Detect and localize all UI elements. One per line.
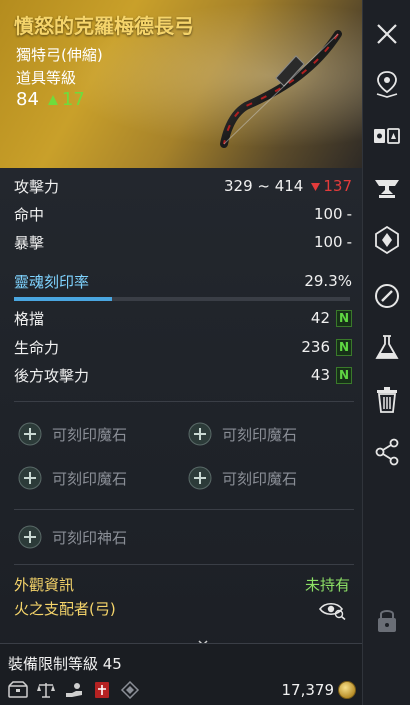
arrow-down-icon	[311, 183, 321, 191]
close-icon	[377, 24, 397, 44]
soul-progress-fill	[14, 297, 113, 301]
compare-icon	[374, 128, 400, 144]
item-header: 憤怒的克羅梅德長弓 獨特弓(伸縮) 道具等級 84 17	[0, 0, 362, 168]
link-icon	[375, 284, 399, 308]
lock-icon	[378, 610, 396, 632]
manastone-slot-4[interactable]: 可刻印魔石	[188, 466, 297, 490]
stat-block: 格擋 42 N	[14, 307, 352, 329]
link-button[interactable]	[373, 282, 401, 310]
manastone-slot-2[interactable]: 可刻印魔石	[188, 422, 297, 446]
empty-socket-icon	[18, 466, 42, 490]
manastone-slot-label: 可刻印魔石	[222, 469, 298, 488]
item-level-bonus: 17	[47, 89, 85, 110]
sell-price-value: 17,379	[281, 681, 335, 699]
stat-attack-change-value: 137	[323, 177, 352, 195]
stat-back-attack-label: 後方攻擊力	[14, 366, 90, 385]
empty-socket-icon	[188, 466, 212, 490]
item-name: 憤怒的克羅梅德長弓	[14, 14, 194, 38]
stat-back-attack: 後方攻擊力 43 N	[14, 364, 352, 386]
stat-accuracy-suffix: -	[346, 205, 352, 223]
equip-level-limit: 裝備限制等級 45	[8, 655, 122, 673]
trade-scale-icon	[36, 681, 56, 699]
stat-attack-label: 攻擊力	[14, 177, 60, 196]
arrow-up-icon	[47, 94, 58, 105]
storage-icon	[8, 681, 28, 699]
flask-icon	[375, 335, 399, 359]
enchant-button[interactable]	[373, 226, 401, 254]
trash-icon	[377, 387, 397, 413]
item-level-value: 84	[16, 89, 39, 110]
compare-button[interactable]	[373, 122, 401, 150]
property-icons	[8, 680, 140, 700]
stat-crit-value: 100	[313, 233, 343, 251]
stat-accuracy-label: 命中	[14, 205, 45, 224]
appearance-status: 未持有	[304, 576, 350, 594]
enchant-diamond-icon	[120, 680, 140, 700]
tooltip-footer: 裝備限制等級 45 17,379	[0, 643, 362, 705]
craft-button[interactable]	[373, 174, 401, 202]
location-pin-icon	[376, 71, 398, 98]
close-button[interactable]	[373, 20, 401, 48]
exchange-hand-icon	[64, 681, 84, 699]
item-level-bonus-value: 17	[61, 89, 85, 110]
stat-attack: 攻擊力 329 ~ 414 137	[14, 175, 352, 197]
stat-hp-label: 生命力	[14, 338, 60, 357]
stat-crit: 暴擊 100 -	[14, 231, 352, 253]
empty-socket-icon	[18, 525, 42, 549]
empty-socket-icon	[18, 422, 42, 446]
item-level-label: 道具等級	[16, 69, 77, 87]
stat-hp-value: 236	[301, 338, 330, 356]
godstone-slot[interactable]: 可刻印神石	[18, 525, 127, 549]
stat-hp: 生命力 236 N	[14, 336, 352, 358]
normal-grade-badge: N	[336, 366, 352, 384]
stat-block-value: 42	[310, 309, 330, 327]
appearance-item-name: 火之支配者(弓)	[14, 600, 116, 618]
manastone-slot-label: 可刻印魔石	[52, 425, 128, 444]
stat-back-attack-value: 43	[310, 366, 330, 384]
enchant-icon	[375, 226, 399, 254]
sell-price: 17,379	[281, 681, 356, 699]
bow-image-icon	[220, 30, 342, 148]
manastone-slot-label: 可刻印魔石	[52, 469, 128, 488]
soul-progress-bar	[14, 297, 350, 301]
action-sidebar	[362, 0, 410, 705]
kinah-coin-icon	[338, 681, 356, 699]
anvil-icon	[375, 180, 399, 198]
item-level: 84 17	[16, 89, 85, 110]
empty-socket-icon	[188, 422, 212, 446]
stat-accuracy: 命中 100 -	[14, 203, 352, 225]
manastone-slot-1[interactable]: 可刻印魔石	[18, 422, 127, 446]
share-icon	[375, 438, 399, 466]
stat-soul-label: 靈魂刻印率	[14, 272, 90, 291]
soulbind-book-icon	[92, 681, 112, 699]
stat-soul: 靈魂刻印率 29.3%	[14, 270, 352, 292]
discard-button[interactable]	[373, 386, 401, 414]
stat-attack-change: 137	[311, 177, 352, 195]
divider	[14, 401, 354, 402]
divider	[14, 509, 354, 510]
stat-soul-value: 29.3%	[304, 272, 352, 290]
share-button[interactable]	[373, 438, 401, 466]
item-type: 獨特弓(伸縮)	[16, 46, 103, 64]
locate-button[interactable]	[373, 70, 401, 98]
divider	[14, 564, 354, 565]
manastone-slot-3[interactable]: 可刻印魔石	[18, 466, 127, 490]
normal-grade-badge: N	[336, 338, 352, 356]
godstone-slot-label: 可刻印神石	[52, 528, 128, 547]
lock-button[interactable]	[373, 606, 401, 634]
appearance-label: 外觀資訊	[14, 576, 75, 594]
stat-block-label: 格擋	[14, 309, 45, 328]
stat-attack-value: 329 ~ 414	[223, 177, 304, 195]
normal-grade-badge: N	[336, 309, 352, 327]
preview-eye-icon[interactable]	[318, 600, 346, 620]
stat-accuracy-value: 100	[313, 205, 343, 223]
stat-crit-label: 暴擊	[14, 233, 45, 252]
manastone-slot-label: 可刻印魔石	[222, 425, 298, 444]
stat-crit-suffix: -	[346, 233, 352, 251]
extract-button[interactable]	[373, 334, 401, 362]
item-tooltip-panel: 憤怒的克羅梅德長弓 獨特弓(伸縮) 道具等級 84 17 攻擊力 329 ~ 4…	[0, 0, 362, 705]
